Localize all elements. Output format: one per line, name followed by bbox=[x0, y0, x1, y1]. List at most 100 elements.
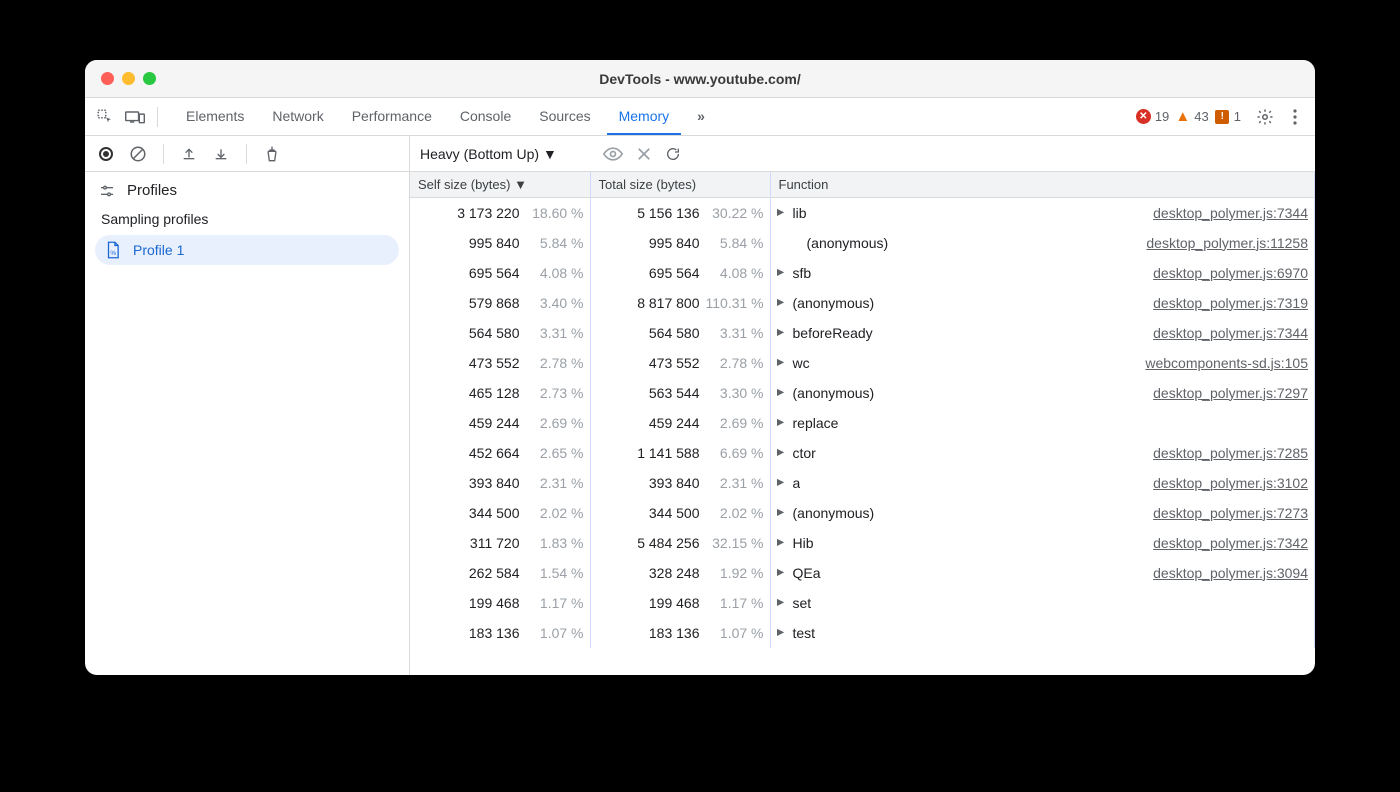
source-link[interactable]: desktop_polymer.js:7285 bbox=[1153, 445, 1308, 461]
source-link[interactable]: webcomponents-sd.js:105 bbox=[1145, 355, 1308, 371]
info-indicator[interactable]: ! 1 bbox=[1215, 109, 1241, 124]
profile-item[interactable]: % Profile 1 bbox=[95, 235, 399, 265]
function-name: set bbox=[793, 595, 812, 611]
expand-icon[interactable]: ▶ bbox=[777, 537, 787, 548]
expand-icon[interactable]: ▶ bbox=[777, 597, 787, 608]
expand-icon[interactable]: ▶ bbox=[777, 627, 787, 638]
sort-descending-icon: ▼ bbox=[514, 177, 527, 192]
column-function[interactable]: Function bbox=[770, 172, 1315, 198]
kebab-menu-icon[interactable] bbox=[1283, 105, 1307, 129]
source-link[interactable]: desktop_polymer.js:3094 bbox=[1153, 565, 1308, 581]
function-name: a bbox=[793, 475, 801, 491]
expand-icon[interactable]: ▶ bbox=[777, 507, 787, 518]
table-row[interactable]: 452 6642.65 %1 141 5886.69 %▶ctordesktop… bbox=[410, 438, 1315, 468]
tab-memory[interactable]: Memory bbox=[607, 98, 682, 135]
source-link[interactable]: desktop_polymer.js:6970 bbox=[1153, 265, 1308, 281]
expand-icon[interactable]: ▶ bbox=[777, 477, 787, 488]
eye-icon[interactable] bbox=[603, 147, 623, 161]
function-name: (anonymous) bbox=[793, 295, 875, 311]
expand-icon[interactable]: ▶ bbox=[777, 417, 787, 428]
column-total-size[interactable]: Total size (bytes) bbox=[590, 172, 770, 198]
table-row[interactable]: 695 5644.08 %695 5644.08 %▶sfbdesktop_po… bbox=[410, 258, 1315, 288]
tab-elements[interactable]: Elements bbox=[174, 98, 256, 135]
function-name: lib bbox=[793, 205, 807, 221]
warnings-indicator[interactable]: ▲ 43 bbox=[1175, 109, 1208, 124]
tune-icon bbox=[99, 183, 115, 199]
column-self-size[interactable]: Self size (bytes) ▼ bbox=[410, 172, 590, 198]
function-name: Hib bbox=[793, 535, 814, 551]
function-name: test bbox=[793, 625, 816, 641]
table-row[interactable]: 995 8405.84 %995 8405.84 %(anonymous)des… bbox=[410, 228, 1315, 258]
main-panel: Heavy (Bottom Up) ▼ bbox=[410, 136, 1315, 675]
table-row[interactable]: 459 2442.69 %459 2442.69 %▶replace bbox=[410, 408, 1315, 438]
expand-icon[interactable]: ▶ bbox=[777, 387, 787, 398]
gc-button-icon[interactable] bbox=[261, 143, 283, 165]
table-row[interactable]: 393 8402.31 %393 8402.31 %▶adesktop_poly… bbox=[410, 468, 1315, 498]
table-row[interactable]: 183 1361.07 %183 1361.07 %▶test bbox=[410, 618, 1315, 648]
source-link[interactable]: desktop_polymer.js:7273 bbox=[1153, 505, 1308, 521]
tab-sources[interactable]: Sources bbox=[527, 98, 602, 135]
maximize-window-button[interactable] bbox=[143, 72, 156, 85]
table-row[interactable]: 473 5522.78 %473 5522.78 %▶wcwebcomponen… bbox=[410, 348, 1315, 378]
expand-icon[interactable]: ▶ bbox=[777, 297, 787, 308]
tab-network[interactable]: Network bbox=[260, 98, 335, 135]
table-row[interactable]: 262 5841.54 %328 2481.92 %▶QEadesktop_po… bbox=[410, 558, 1315, 588]
source-link[interactable]: desktop_polymer.js:7344 bbox=[1153, 325, 1308, 341]
source-link[interactable]: desktop_polymer.js:7297 bbox=[1153, 385, 1308, 401]
expand-icon[interactable]: ▶ bbox=[777, 207, 787, 218]
profiles-header: Profiles bbox=[85, 172, 409, 203]
expand-icon[interactable]: ▶ bbox=[777, 267, 787, 278]
inspect-element-icon[interactable] bbox=[93, 105, 117, 129]
chevron-down-icon: ▼ bbox=[543, 146, 557, 162]
tabs-overflow-icon[interactable]: » bbox=[685, 98, 717, 135]
minimize-window-button[interactable] bbox=[122, 72, 135, 85]
table-row[interactable]: 3 173 22018.60 %5 156 13630.22 %▶libdesk… bbox=[410, 198, 1315, 228]
device-toolbar-icon[interactable] bbox=[123, 105, 147, 129]
function-name: QEa bbox=[793, 565, 821, 581]
close-window-button[interactable] bbox=[101, 72, 114, 85]
sidebar-toolbar bbox=[85, 136, 409, 172]
table-row[interactable]: 311 7201.83 %5 484 25632.15 %▶Hibdesktop… bbox=[410, 528, 1315, 558]
source-link[interactable]: desktop_polymer.js:11258 bbox=[1146, 235, 1308, 251]
titlebar: DevTools - www.youtube.com/ bbox=[85, 60, 1315, 98]
function-name: (anonymous) bbox=[793, 385, 875, 401]
table-row[interactable]: 465 1282.73 %563 5443.30 %▶(anonymous)de… bbox=[410, 378, 1315, 408]
clear-button[interactable] bbox=[127, 143, 149, 165]
tab-performance[interactable]: Performance bbox=[340, 98, 444, 135]
devtools-window: DevTools - www.youtube.com/ Elements Net… bbox=[85, 60, 1315, 675]
function-name: replace bbox=[793, 415, 839, 431]
window-title: DevTools - www.youtube.com/ bbox=[85, 71, 1315, 87]
tab-console[interactable]: Console bbox=[448, 98, 523, 135]
errors-indicator[interactable]: ✕ 19 bbox=[1136, 109, 1169, 124]
source-link[interactable]: desktop_polymer.js:7319 bbox=[1153, 295, 1308, 311]
refresh-icon[interactable] bbox=[665, 146, 681, 162]
function-name: wc bbox=[793, 355, 810, 371]
profile-grid[interactable]: Self size (bytes) ▼ Total size (bytes) F… bbox=[410, 172, 1315, 675]
errors-count: 19 bbox=[1155, 109, 1169, 124]
close-icon[interactable] bbox=[637, 147, 651, 161]
traffic-lights bbox=[85, 72, 156, 85]
expand-icon[interactable]: ▶ bbox=[777, 327, 787, 338]
source-link[interactable]: desktop_polymer.js:7342 bbox=[1153, 535, 1308, 551]
settings-icon[interactable] bbox=[1253, 105, 1277, 129]
profile-item-label: Profile 1 bbox=[133, 242, 184, 258]
main-panel-toolbar: Heavy (Bottom Up) ▼ bbox=[410, 136, 1315, 172]
file-icon: % bbox=[105, 241, 121, 259]
table-row[interactable]: 199 4681.17 %199 4681.17 %▶set bbox=[410, 588, 1315, 618]
table-row[interactable]: 564 5803.31 %564 5803.31 %▶beforeReadyde… bbox=[410, 318, 1315, 348]
info-count: 1 bbox=[1234, 109, 1241, 124]
function-name: sfb bbox=[793, 265, 812, 281]
source-link[interactable]: desktop_polymer.js:3102 bbox=[1153, 475, 1308, 491]
expand-icon[interactable]: ▶ bbox=[777, 567, 787, 578]
panel-tabs: Elements Network Performance Console Sou… bbox=[174, 98, 717, 135]
table-row[interactable]: 579 8683.40 %8 817 800110.31 %▶(anonymou… bbox=[410, 288, 1315, 318]
expand-icon[interactable]: ▶ bbox=[777, 447, 787, 458]
load-profile-icon[interactable] bbox=[178, 143, 200, 165]
save-profile-icon[interactable] bbox=[210, 143, 232, 165]
function-name: ctor bbox=[793, 445, 816, 461]
record-button[interactable] bbox=[95, 143, 117, 165]
view-mode-dropdown[interactable]: Heavy (Bottom Up) ▼ bbox=[420, 146, 557, 162]
table-row[interactable]: 344 5002.02 %344 5002.02 %▶(anonymous)de… bbox=[410, 498, 1315, 528]
expand-icon[interactable]: ▶ bbox=[777, 357, 787, 368]
source-link[interactable]: desktop_polymer.js:7344 bbox=[1153, 205, 1308, 221]
